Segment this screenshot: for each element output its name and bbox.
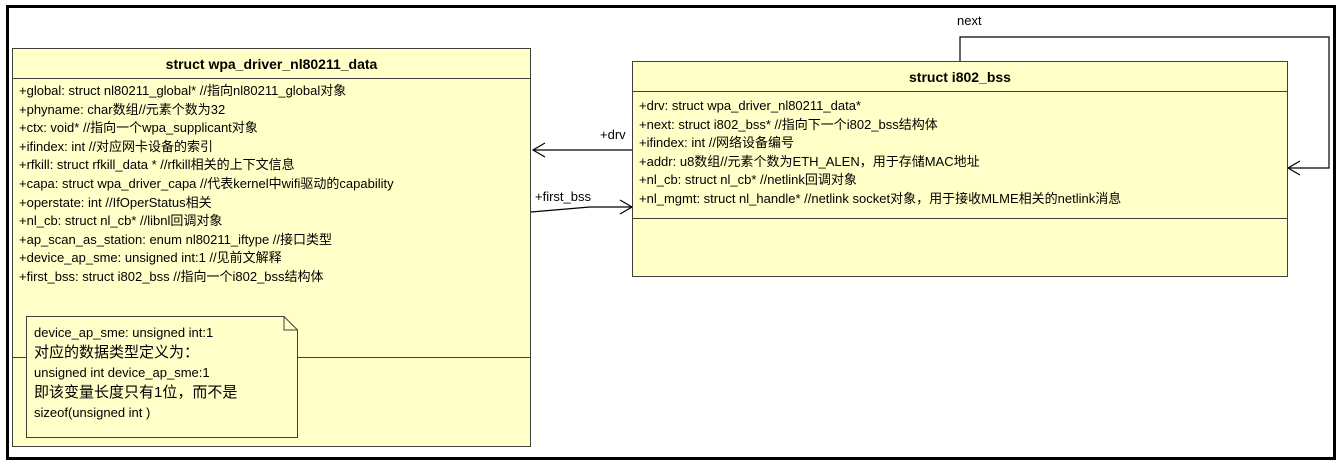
class-title: struct i802_bss [633, 62, 1287, 92]
first-bss-association-line [530, 206, 632, 213]
attribute-row: +ctx: void* //指向一个wpa_supplicant对象 [19, 120, 258, 136]
attribute-row: +nl_cb: struct nl_cb* //libnl回调对象 [19, 213, 223, 229]
attribute-row: +nl_mgmt: struct nl_handle* //netlink so… [639, 190, 1122, 206]
class-i802-bss[interactable]: struct i802_bss +drv: struct wpa_driver_… [632, 61, 1288, 277]
attribute-row: +ifindex: int //对应网卡设备的索引 [19, 138, 213, 154]
attribute-row: +ap_scan_as_station: enum nl80211_iftype… [19, 231, 333, 247]
first-bss-label: +first_bss [535, 189, 591, 204]
next-label: next [957, 13, 982, 28]
attribute-row: +next: struct i802_bss* //指向下一个i802_bss结… [639, 116, 938, 132]
note-text: device_ap_sme: unsigned int:1 对应的数据类型定义为… [34, 323, 237, 423]
note-device-ap-sme[interactable]: device_ap_sme: unsigned int:1 对应的数据类型定义为… [26, 316, 298, 438]
note-line: device_ap_sme: unsigned int:1 [34, 325, 214, 340]
attribute-row: +addr: u8数组//元素个数为ETH_ALEN，用于存储MAC地址 [639, 153, 980, 169]
note-line: 对应的数据类型定义为： [34, 344, 200, 361]
attribute-row: +operstate: int //IfOperStatus相关 [19, 194, 212, 210]
note-line: unsigned int device_ap_sme:1 [34, 365, 210, 380]
attribute-row: +device_ap_sme: unsigned int:1 //见前文解释 [19, 250, 282, 266]
attribute-row: +nl_cb: struct nl_cb* //netlink回调对象 [639, 172, 857, 188]
attribute-row: +first_bss: struct i802_bss //指向一个i802_b… [19, 268, 324, 284]
attribute-row: +capa: struct wpa_driver_capa //代表kernel… [19, 175, 394, 191]
note-line: sizeof(unsigned int ) [34, 405, 151, 420]
attribute-row: +phyname: char数组//元素个数为32 [19, 101, 226, 117]
attribute-row: +ifindex: int //网络设备编号 [639, 135, 794, 151]
attribute-list: +drv: struct wpa_driver_nl80211_data* +n… [633, 92, 1287, 219]
attribute-row: +global: struct nl80211_global* //指向nl80… [19, 83, 347, 98]
attribute-row: +rfkill: struct rfkill_data * //rfkill相关… [19, 157, 295, 173]
note-line: 即该变量长度只有1位，而不是 [34, 384, 238, 401]
attribute-row: +drv: struct wpa_driver_nl80211_data* [639, 98, 861, 113]
class-title: struct wpa_driver_nl80211_data [13, 49, 530, 79]
drv-label: +drv [600, 127, 626, 142]
